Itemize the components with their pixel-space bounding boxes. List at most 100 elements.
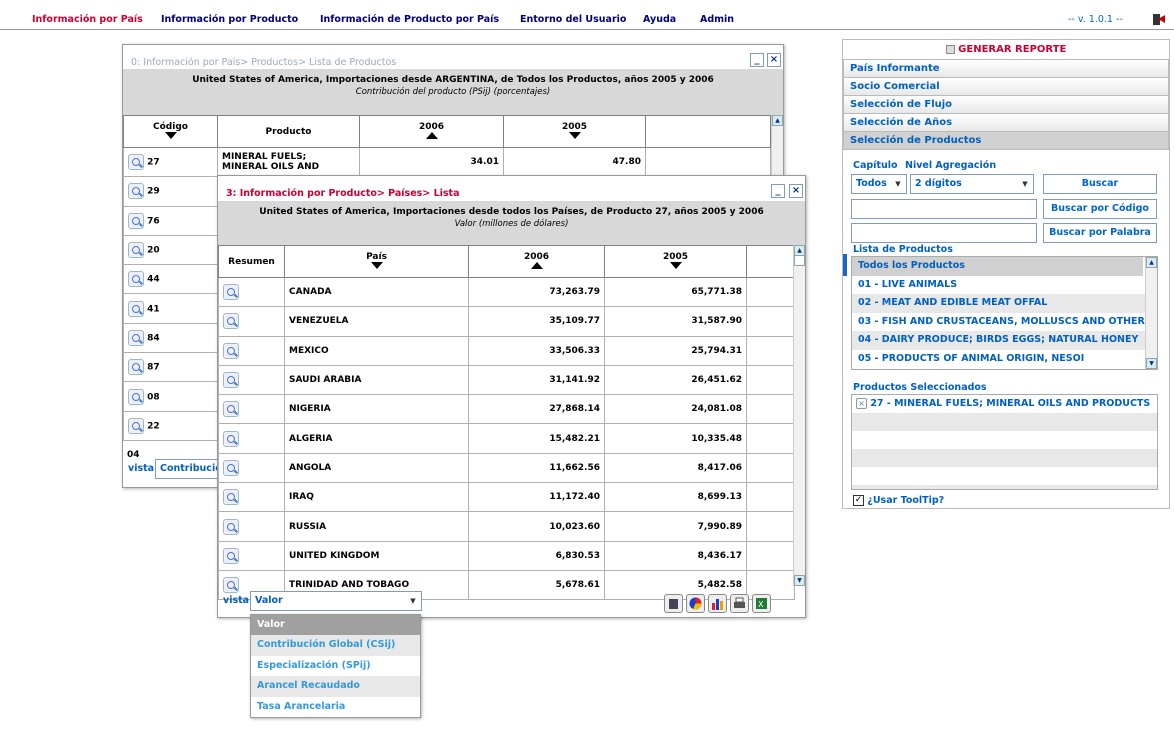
empty-cell <box>746 423 795 454</box>
scroll-up-icon[interactable]: ▲ <box>772 115 783 126</box>
value-2005: 24,081.08 <box>604 394 747 425</box>
resumen-cell <box>218 394 285 425</box>
zoom-icon[interactable] <box>223 518 239 535</box>
pie-chart-icon[interactable] <box>686 594 705 613</box>
column-header-resumen[interactable]: Resumen <box>218 245 285 278</box>
splitter-handle[interactable] <box>843 254 847 276</box>
value-2006: 10,023.60 <box>468 511 605 542</box>
menu-admin[interactable]: Admin <box>700 14 734 25</box>
lista-productos: Todos los Productos 01 - LIVE ANIMALS 02… <box>851 256 1158 370</box>
exit-icon[interactable] <box>1152 12 1166 26</box>
sort-desc-icon <box>164 131 177 139</box>
dropdown-option[interactable]: Tasa Arancelaria <box>251 697 420 717</box>
country-name: SAUDI ARABIA <box>284 364 469 396</box>
list-item[interactable]: 05 - PRODUCTS OF ANIMAL ORIGIN, NESOI <box>852 350 1157 369</box>
close-button[interactable]: × <box>789 184 803 198</box>
zoom-icon[interactable] <box>128 300 144 317</box>
zoom-icon[interactable] <box>223 372 239 389</box>
codigo-input[interactable] <box>851 199 1037 219</box>
zoom-icon[interactable] <box>128 212 144 229</box>
scroll-thumb[interactable] <box>794 255 805 266</box>
vertical-scrollbar[interactable]: ▲ ▼ <box>793 245 805 586</box>
column-header-producto[interactable]: Producto <box>217 115 360 148</box>
dropdown-option[interactable]: Contribución Global (CSij) <box>251 635 420 656</box>
minimize-button[interactable]: _ <box>771 184 785 198</box>
section-pais-informante[interactable]: País Informante <box>843 59 1169 78</box>
vertical-scrollbar[interactable]: ▲ ▼ <box>1145 257 1157 369</box>
list-item[interactable]: × 27 - MINERAL FUELS; MINERAL OILS AND P… <box>852 395 1157 414</box>
table-row: VENEZUELA 35,109.77 31,587.90 <box>218 306 795 337</box>
palabra-input[interactable] <box>851 223 1037 243</box>
nivel-agregacion-select[interactable]: 2 dígitos ▼ <box>910 174 1034 194</box>
checkbox-checked[interactable]: ✓ <box>853 495 864 506</box>
zoom-icon[interactable] <box>223 313 239 330</box>
menu-entorno-usuario[interactable]: Entorno del Usuario <box>520 14 626 25</box>
zoom-icon[interactable] <box>223 547 239 564</box>
column-header-2006[interactable]: 2006 <box>359 115 504 148</box>
table-row: ALGERIA 15,482.21 10,335.48 <box>218 423 795 454</box>
zoom-icon[interactable] <box>223 459 239 476</box>
bar-chart-icon[interactable] <box>708 594 727 613</box>
chevron-down-icon[interactable]: ▼ <box>892 177 904 191</box>
sort-desc-icon <box>370 261 383 269</box>
scroll-down-icon[interactable]: ▼ <box>794 575 805 586</box>
remove-icon[interactable]: × <box>856 398 867 409</box>
column-header-2005[interactable]: 2005 <box>503 115 646 148</box>
zoom-icon[interactable] <box>128 359 144 376</box>
column-header-pais[interactable]: País <box>284 245 469 278</box>
zoom-icon[interactable] <box>128 242 144 259</box>
zoom-icon[interactable] <box>223 284 239 301</box>
capitulo-select[interactable]: Todos ▼ <box>851 174 907 194</box>
dropdown-option[interactable]: Arancel Recaudado <box>251 676 420 697</box>
close-button[interactable]: × <box>767 53 781 67</box>
list-item[interactable]: 02 - MEAT AND EDIBLE MEAT OFFAL <box>852 294 1157 313</box>
vista-select[interactable]: Contribució <box>155 459 225 479</box>
chevron-down-icon[interactable]: ▼ <box>1019 177 1031 191</box>
menu-ayuda[interactable]: Ayuda <box>643 14 676 25</box>
zoom-icon[interactable] <box>223 430 239 447</box>
excel-icon[interactable]: X <box>752 594 771 613</box>
section-socio-comercial[interactable]: Socio Comercial <box>843 77 1169 96</box>
zoom-icon[interactable] <box>128 417 144 434</box>
zoom-icon[interactable] <box>128 183 144 200</box>
buscar-por-codigo-button[interactable]: Buscar por Código <box>1043 199 1157 219</box>
zoom-icon[interactable] <box>128 388 144 405</box>
section-seleccion-anos[interactable]: Selección de Años <box>843 113 1169 132</box>
buscar-button[interactable]: Buscar <box>1043 174 1157 194</box>
menu-informacion-por-producto[interactable]: Información por Producto <box>161 14 298 25</box>
list-item[interactable]: 01 - LIVE ANIMALS <box>852 276 1157 295</box>
column-header-codigo[interactable]: Código <box>123 115 218 148</box>
vista-select[interactable]: Valor ▼ <box>250 591 422 611</box>
menu-informacion-producto-por-pais[interactable]: Información de Producto por País <box>320 14 499 25</box>
zoom-icon[interactable] <box>128 154 144 171</box>
value-2005: 8,436.17 <box>604 540 747 571</box>
dropdown-option[interactable]: Valor <box>251 615 420 636</box>
book-icon[interactable] <box>664 594 683 613</box>
buscar-por-palabra-button[interactable]: Buscar por Palabra <box>1043 223 1157 243</box>
tooltip-checkbox-row[interactable]: ✓ ¿Usar ToolTip? <box>853 495 944 506</box>
column-header-2006[interactable]: 2006 <box>468 245 605 278</box>
scroll-down-icon[interactable]: ▼ <box>1146 358 1157 369</box>
zoom-icon[interactable] <box>223 489 239 506</box>
window-title: 3: Información por Producto> Países> Lis… <box>226 188 460 199</box>
list-item[interactable]: 04 - DAIRY PRODUCE; BIRDS EGGS; NATURAL … <box>852 331 1157 350</box>
zoom-icon[interactable] <box>223 577 239 594</box>
zoom-icon[interactable] <box>128 271 144 288</box>
generar-reporte-button[interactable]: GENERAR REPORTE <box>843 40 1169 60</box>
list-item[interactable]: Todos los Productos <box>852 257 1143 276</box>
zoom-icon[interactable] <box>223 342 239 359</box>
print-icon[interactable] <box>730 594 749 613</box>
value-2005: 25,794.31 <box>604 335 747 366</box>
zoom-icon[interactable] <box>128 329 144 346</box>
zoom-icon[interactable] <box>223 401 239 418</box>
scroll-up-icon[interactable]: ▲ <box>1146 257 1157 268</box>
list-item[interactable]: 03 - FISH AND CRUSTACEANS, MOLLUSCS AND … <box>852 313 1157 332</box>
minimize-button[interactable]: _ <box>750 53 764 67</box>
empty-cell <box>746 452 795 484</box>
dropdown-option[interactable]: Especialización (SPij) <box>251 656 420 676</box>
menu-informacion-por-pais[interactable]: Información por País <box>32 14 143 25</box>
column-header-2005[interactable]: 2005 <box>604 245 747 278</box>
section-seleccion-flujo[interactable]: Selección de Flujo <box>843 95 1169 114</box>
chevron-down-icon[interactable]: ▼ <box>407 594 419 608</box>
section-seleccion-productos[interactable]: Selección de Productos <box>843 131 1169 150</box>
